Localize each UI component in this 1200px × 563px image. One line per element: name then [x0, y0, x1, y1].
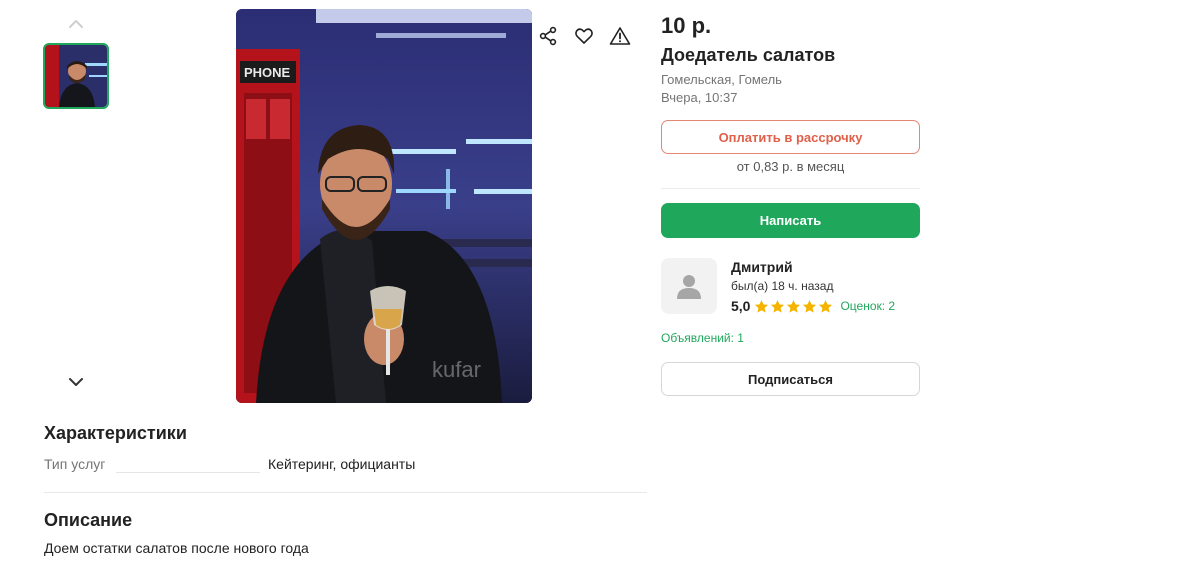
section-divider — [44, 492, 647, 493]
characteristic-row: Тип услуг Кейтеринг, официанты — [44, 456, 644, 476]
gallery-next-button[interactable] — [66, 374, 86, 390]
listing-date: Вчера, 10:37 — [661, 90, 738, 105]
star-icon — [787, 299, 801, 313]
reviews-link[interactable]: Оценок: 2 — [840, 299, 895, 313]
user-placeholder-icon — [677, 275, 701, 299]
photo-watermark: kufar — [432, 357, 481, 382]
heart-icon — [575, 28, 593, 44]
star-icon — [755, 299, 769, 313]
listing-price: 10 р. — [661, 13, 712, 38]
share-button[interactable] — [532, 20, 564, 52]
report-button[interactable] — [604, 20, 636, 52]
installment-note: от 0,83 р. в месяц — [736, 159, 845, 174]
star-icon — [819, 299, 833, 313]
subscribe-button[interactable]: Подписаться — [661, 362, 920, 396]
description-text: Доем остатки салатов после нового года — [44, 540, 309, 556]
favorite-button[interactable] — [568, 20, 600, 52]
write-message-button[interactable]: Написать — [661, 203, 920, 238]
pay-installment-button[interactable]: Оплатить в рассрочку — [661, 120, 920, 154]
chevron-down-icon — [69, 378, 83, 386]
listing-title: Доедатель салатов — [661, 45, 836, 65]
characteristic-leader-line — [116, 472, 260, 473]
listing-location: Гомельская, Гомель — [661, 72, 782, 87]
chevron-up-icon — [69, 20, 83, 28]
gallery-prev-button[interactable] — [66, 16, 86, 32]
share-icon — [539, 26, 557, 46]
photo-actions — [532, 20, 636, 52]
listing-photo: PHONE kufar — [236, 9, 532, 403]
warning-icon — [609, 27, 631, 45]
right-divider — [661, 188, 920, 189]
characteristic-label: Тип услуг — [44, 456, 106, 472]
characteristic-value: Кейтеринг, официанты — [268, 456, 416, 472]
rating-stars — [754, 299, 833, 314]
seller-avatar[interactable] — [661, 258, 717, 314]
seller-last-seen: был(а) 18 ч. назад — [731, 279, 834, 293]
seller-ads-link[interactable]: Объявлений: 1 — [661, 331, 744, 345]
star-icon — [771, 299, 785, 313]
gallery-thumbnail[interactable] — [43, 43, 109, 109]
seller-name[interactable]: Дмитрий — [731, 259, 793, 275]
main-photo[interactable]: PHONE kufar — [236, 9, 532, 403]
thumbnail-image — [45, 45, 107, 107]
star-icon — [803, 299, 817, 313]
seller-rating: 5,0 Оценок: 2 — [731, 297, 895, 315]
characteristics-title: Характеристики — [44, 423, 187, 443]
phone-sign: PHONE — [244, 65, 291, 80]
description-title: Описание — [44, 510, 133, 530]
rating-value: 5,0 — [731, 298, 751, 314]
